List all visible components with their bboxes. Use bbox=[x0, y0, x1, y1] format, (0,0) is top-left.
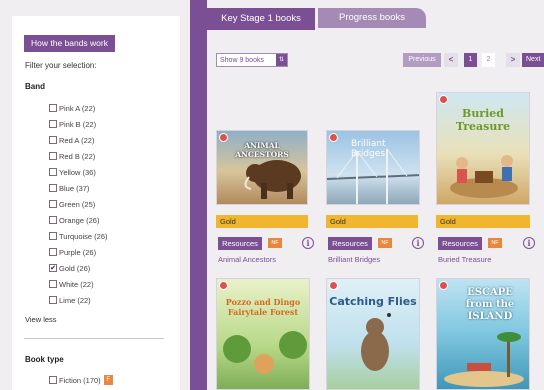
band-filter-item[interactable]: Turquoise (26) bbox=[49, 228, 108, 244]
resources-button[interactable]: Resources bbox=[438, 237, 482, 250]
band-filter-item[interactable]: Pink B (22) bbox=[49, 116, 108, 132]
checkbox-icon[interactable] bbox=[49, 152, 57, 160]
tab-key-stage-1-books[interactable]: Key Stage 1 books bbox=[207, 8, 315, 30]
book-cover-catching-flies[interactable]: Catching Flies bbox=[326, 278, 420, 390]
info-icon[interactable]: i bbox=[302, 237, 314, 249]
band-filter-item[interactable]: Red B (22) bbox=[49, 148, 108, 164]
band-filter-list: Pink A (22) Pink B (22) Red A (22) Red B (2… bbox=[49, 100, 108, 308]
select-arrows-icon: ⇅ bbox=[276, 54, 287, 66]
forest-illustration-icon bbox=[223, 331, 307, 374]
fiction-badge: F bbox=[103, 375, 113, 385]
level-bar-gold: Gold bbox=[436, 215, 530, 228]
level-bar-gold: Gold bbox=[326, 215, 418, 228]
nonfiction-badge: NF bbox=[378, 238, 392, 248]
book-cover-escape-from-the-island[interactable]: ESCAPE from the ISLAND bbox=[436, 278, 530, 390]
how-bands-work-button[interactable]: How the bands work bbox=[24, 35, 115, 52]
checkbox-icon[interactable] bbox=[49, 200, 57, 208]
accent-stripe bbox=[190, 0, 207, 390]
band-filter-label: Pink A (22) bbox=[59, 103, 96, 113]
fiction-label: Fiction (170) bbox=[59, 375, 101, 385]
band-filter-item[interactable]: Pink A (22) bbox=[49, 100, 108, 116]
band-filter-label: Yellow (36) bbox=[59, 167, 96, 177]
checkbox-icon[interactable] bbox=[49, 216, 57, 224]
band-filter-item[interactable]: ✔ Gold (26) bbox=[49, 260, 108, 276]
checkbox-icon[interactable] bbox=[49, 280, 57, 288]
sidebar-divider bbox=[24, 338, 164, 339]
checkbox-icon[interactable] bbox=[49, 248, 57, 256]
band-filter-label: Pink B (22) bbox=[59, 119, 97, 129]
page-1-button[interactable]: 1 bbox=[464, 53, 477, 67]
level-bar-gold: Gold bbox=[216, 215, 308, 228]
show-books-select[interactable]: Show 9 books ⇅ bbox=[216, 53, 288, 67]
band-filter-label: Turquoise (26) bbox=[59, 231, 108, 241]
band-filter-label: Blue (37) bbox=[59, 183, 90, 193]
band-filter-label: Gold (26) bbox=[59, 263, 91, 273]
book-cover-brilliant-bridges[interactable]: Brilliant Bridges bbox=[326, 130, 420, 205]
next-button[interactable]: Next bbox=[522, 53, 544, 67]
book-cover-buried-treasure[interactable]: Buried Treasure bbox=[436, 92, 530, 205]
band-filter-label: Red B (22) bbox=[59, 151, 96, 161]
checkbox-icon[interactable] bbox=[49, 184, 57, 192]
fiction-checkbox[interactable] bbox=[49, 376, 57, 384]
book-cover-fairytale-forest[interactable]: Pozzo and Dingo Fairytale Forest bbox=[216, 278, 310, 390]
previous-button[interactable]: Previous bbox=[403, 53, 441, 67]
book-title-link[interactable]: Brilliant Bridges bbox=[328, 255, 380, 264]
checkbox-icon[interactable] bbox=[49, 136, 57, 144]
book-title-link[interactable]: Animal Ancestors bbox=[218, 255, 276, 264]
checkbox-icon[interactable] bbox=[49, 104, 57, 112]
treasure-illustration-icon bbox=[450, 155, 518, 198]
bridge-illustration-icon bbox=[327, 148, 419, 204]
tab-progress-books[interactable]: Progress books bbox=[318, 8, 426, 28]
band-filter-label: Green (25) bbox=[59, 199, 96, 209]
info-icon[interactable]: i bbox=[412, 237, 424, 249]
band-filter-item[interactable]: Lime (22) bbox=[49, 292, 108, 308]
book-cover-animal-ancestors[interactable]: ANIMAL ANCESTORS bbox=[216, 130, 308, 205]
fiction-filter[interactable]: Fiction (170) F bbox=[49, 375, 113, 385]
band-filter-label: Lime (22) bbox=[59, 295, 91, 305]
band-filter-item[interactable]: Blue (37) bbox=[49, 180, 108, 196]
band-filter-item[interactable]: Orange (26) bbox=[49, 212, 108, 228]
band-filter-item[interactable]: Purple (26) bbox=[49, 244, 108, 260]
band-filter-item[interactable]: Green (25) bbox=[49, 196, 108, 212]
band-filter-label: Red A (22) bbox=[59, 135, 95, 145]
checked-checkbox-icon[interactable]: ✔ bbox=[49, 264, 57, 272]
filter-label: Filter your selection: bbox=[25, 61, 97, 70]
book-type-heading: Book type bbox=[25, 355, 64, 364]
resources-button[interactable]: Resources bbox=[328, 237, 372, 250]
view-less-link[interactable]: View less bbox=[25, 315, 57, 324]
page-2-button[interactable]: 2 bbox=[482, 53, 495, 67]
dog-illustration-icon bbox=[361, 313, 391, 371]
checkbox-icon[interactable] bbox=[49, 168, 57, 176]
band-heading: Band bbox=[25, 82, 45, 91]
book-title-link[interactable]: Buried Treasure bbox=[438, 255, 491, 264]
checkbox-icon[interactable] bbox=[49, 232, 57, 240]
band-filter-label: Orange (26) bbox=[59, 215, 100, 225]
prev-arrow-button[interactable]: < bbox=[444, 53, 458, 67]
show-books-value: Show 9 books bbox=[220, 56, 264, 64]
checkbox-icon[interactable] bbox=[49, 120, 57, 128]
nonfiction-badge: NF bbox=[268, 238, 282, 248]
band-filter-item[interactable]: Red A (22) bbox=[49, 132, 108, 148]
nonfiction-badge: NF bbox=[488, 238, 502, 248]
island-illustration-icon bbox=[444, 332, 524, 387]
band-filter-item[interactable]: Yellow (36) bbox=[49, 164, 108, 180]
band-filter-label: Purple (26) bbox=[59, 247, 97, 257]
info-icon[interactable]: i bbox=[523, 237, 535, 249]
next-arrow-button[interactable]: > bbox=[506, 53, 520, 67]
mammoth-illustration-icon bbox=[244, 160, 301, 199]
band-filter-label: White (22) bbox=[59, 279, 94, 289]
band-filter-item[interactable]: White (22) bbox=[49, 276, 108, 292]
checkbox-icon[interactable] bbox=[49, 296, 57, 304]
resources-button[interactable]: Resources bbox=[218, 237, 262, 250]
